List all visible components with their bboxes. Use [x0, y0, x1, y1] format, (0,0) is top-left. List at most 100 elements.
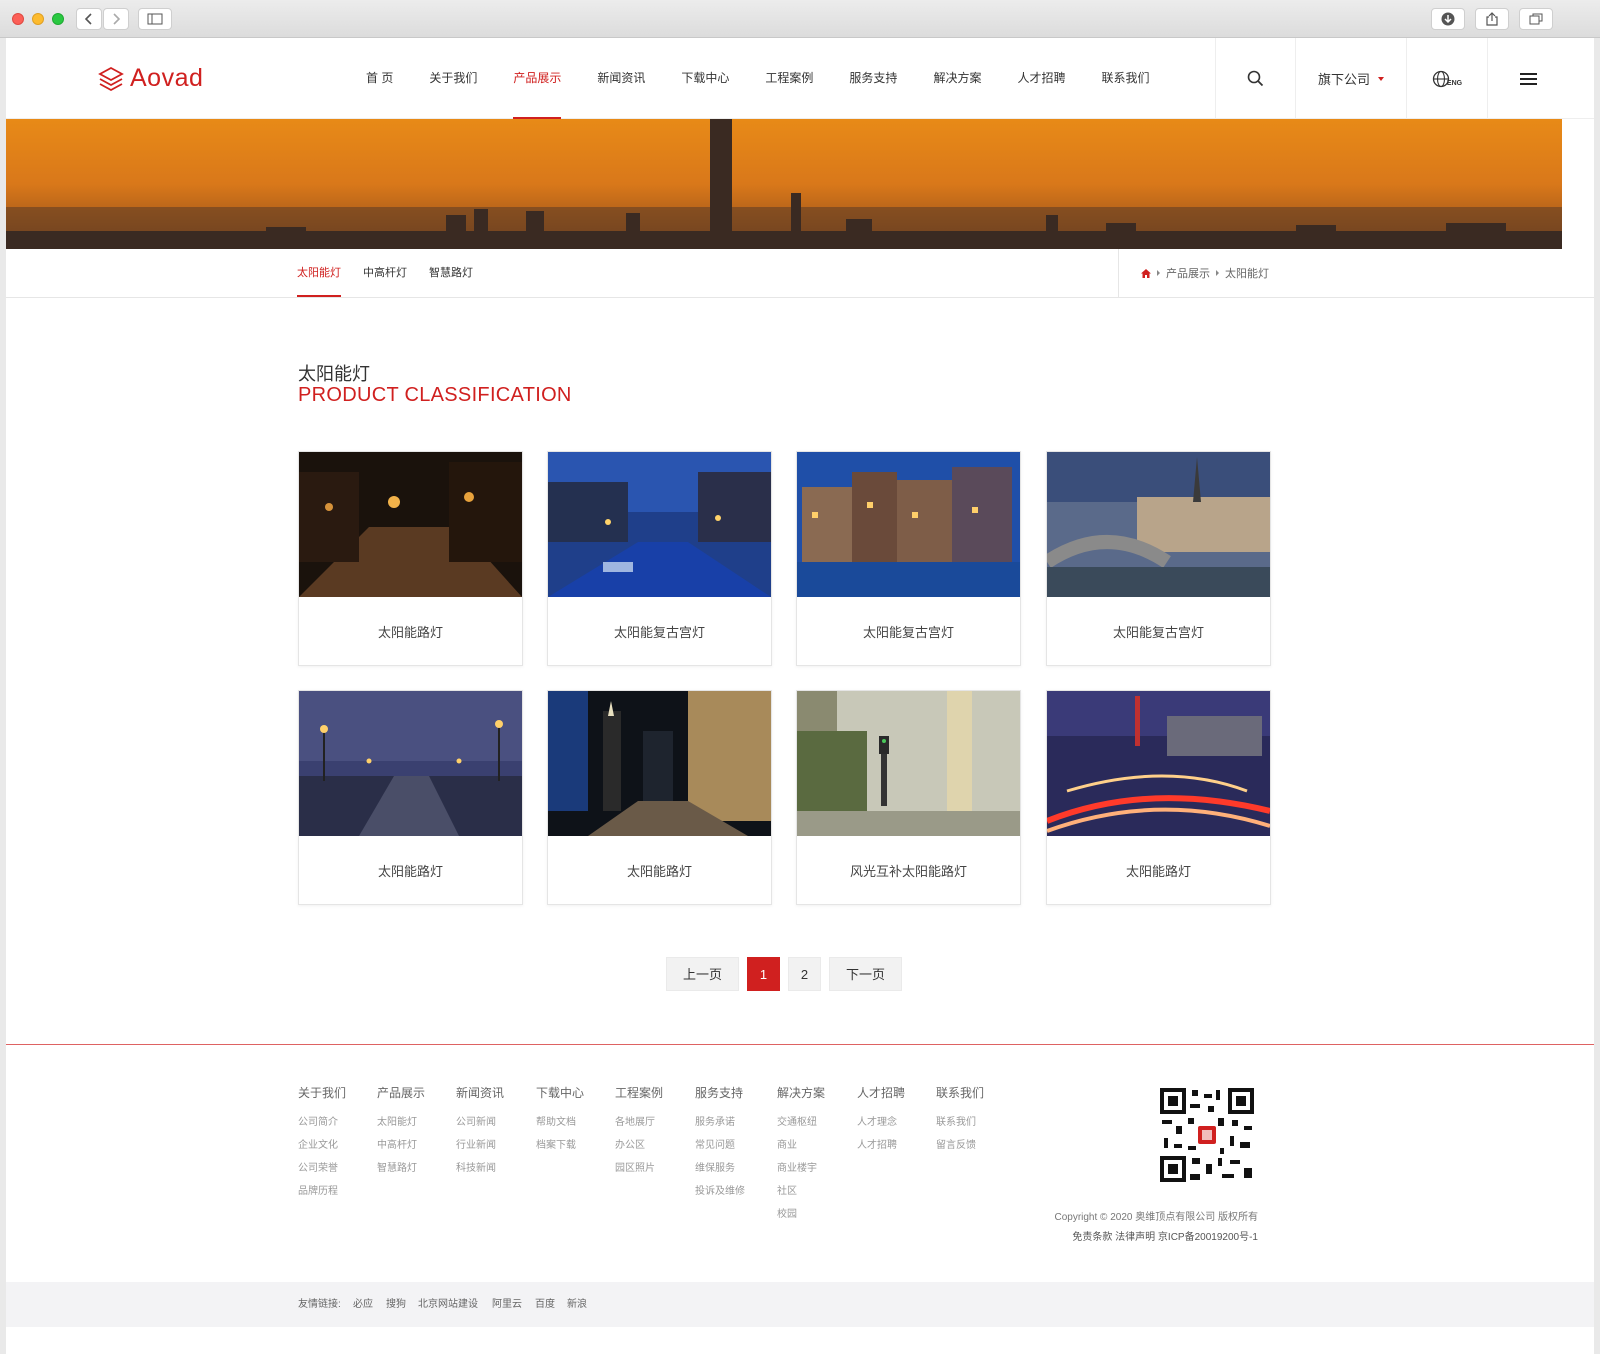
subsidiary-dropdown[interactable]: 旗下公司 — [1295, 38, 1406, 119]
footer-column: 产品展示太阳能灯中高杆灯智慧路灯 — [377, 1084, 425, 1174]
friend-link[interactable]: 阿里云 — [492, 1282, 522, 1327]
footer-column-title[interactable]: 关于我们 — [298, 1084, 346, 1104]
product-image — [797, 452, 1020, 597]
footer-link[interactable]: 各地展厅 — [615, 1113, 663, 1128]
footer-link[interactable]: 园区照片 — [615, 1159, 663, 1174]
footer-link[interactable]: 帮助文档 — [536, 1113, 584, 1128]
footer-link[interactable]: 交通枢纽 — [777, 1113, 825, 1128]
chevron-left-icon — [84, 13, 92, 25]
browser-forward-button[interactable] — [103, 8, 129, 30]
footer-link[interactable]: 人才理念 — [857, 1113, 905, 1128]
language-switch[interactable]: ENG — [1406, 38, 1487, 119]
product-card[interactable]: 太阳能复古宫灯 — [796, 451, 1021, 666]
footer-link[interactable]: 太阳能灯 — [377, 1113, 425, 1128]
breadcrumb-products[interactable]: 产品展示 — [1166, 265, 1210, 281]
footer-link[interactable]: 商业楼宇 — [777, 1159, 825, 1174]
window-zoom-button[interactable] — [52, 13, 64, 25]
nav-item-1[interactable]: 关于我们 — [429, 38, 477, 119]
footer-link[interactable]: 中高杆灯 — [377, 1136, 425, 1151]
friend-link[interactable]: 百度 — [535, 1282, 555, 1327]
footer-column: 服务支持服务承诺常见问题维保服务投诉及维修 — [695, 1084, 745, 1197]
footer-column-title[interactable]: 人才招聘 — [857, 1084, 905, 1104]
product-card[interactable]: 太阳能复古宫灯 — [547, 451, 772, 666]
tab-smart-lights[interactable]: 智慧路灯 — [429, 249, 473, 297]
footer-link[interactable]: 智慧路灯 — [377, 1159, 425, 1174]
footer-link[interactable]: 联系我们 — [936, 1113, 984, 1128]
footer-column-title[interactable]: 产品展示 — [377, 1084, 425, 1104]
page-2-button[interactable]: 2 — [788, 957, 821, 991]
footer-link[interactable]: 科技新闻 — [456, 1159, 504, 1174]
product-card[interactable]: 太阳能路灯 — [1046, 690, 1271, 905]
footer-column-title[interactable]: 新闻资讯 — [456, 1084, 504, 1104]
footer-column: 关于我们公司简介企业文化公司荣誉品牌历程 — [298, 1084, 346, 1197]
site-logo[interactable]: Aovad — [98, 64, 203, 93]
prev-page-button[interactable]: 上一页 — [666, 957, 739, 991]
footer-link[interactable]: 行业新闻 — [456, 1136, 504, 1151]
footer-link[interactable]: 商业 — [777, 1136, 825, 1151]
nav-item-3[interactable]: 新闻资讯 — [597, 38, 645, 119]
footer-link[interactable]: 公司荣誉 — [298, 1159, 346, 1174]
tab-solar-lights[interactable]: 太阳能灯 — [297, 249, 341, 297]
footer-link[interactable]: 品牌历程 — [298, 1182, 346, 1197]
browser-download-button[interactable] — [1431, 8, 1465, 30]
search-button[interactable] — [1215, 38, 1295, 119]
footer-link[interactable]: 维保服务 — [695, 1159, 745, 1174]
city-skyline-banner — [6, 119, 1562, 249]
friend-link[interactable]: 新浪 — [567, 1282, 587, 1327]
footer-link[interactable]: 办公区 — [615, 1136, 663, 1151]
footer-column-title[interactable]: 解决方案 — [777, 1084, 825, 1104]
nav-item-7[interactable]: 解决方案 — [933, 38, 981, 119]
footer-link[interactable]: 企业文化 — [298, 1136, 346, 1151]
footer-link[interactable]: 投诉及维修 — [695, 1182, 745, 1197]
nav-item-0[interactable]: 首 页 — [366, 38, 393, 119]
footer-link[interactable]: 服务承诺 — [695, 1113, 745, 1128]
nav-item-6[interactable]: 服务支持 — [849, 38, 897, 119]
browser-sidebar-button[interactable] — [138, 8, 172, 30]
breadcrumb: 产品展示 太阳能灯 — [1118, 249, 1269, 297]
product-image — [1047, 691, 1270, 836]
window-close-button[interactable] — [12, 13, 24, 25]
browser-back-button[interactable] — [76, 8, 102, 30]
footer-link[interactable]: 人才招聘 — [857, 1136, 905, 1151]
footer-link[interactable]: 档案下载 — [536, 1136, 584, 1151]
footer-link[interactable]: 常见问题 — [695, 1136, 745, 1151]
footer-column-title[interactable]: 工程案例 — [615, 1084, 663, 1104]
product-name: 风光互补太阳能路灯 — [849, 863, 967, 879]
logo-mark-icon — [98, 66, 124, 91]
footer-link[interactable]: 公司简介 — [298, 1113, 346, 1128]
page-1-button[interactable]: 1 — [747, 957, 780, 991]
footer-column-title[interactable]: 联系我们 — [936, 1084, 984, 1104]
footer-link[interactable]: 社区 — [777, 1182, 825, 1197]
breadcrumb-separator-icon — [1157, 270, 1160, 276]
product-card[interactable]: 太阳能路灯 — [298, 690, 523, 905]
next-page-button[interactable]: 下一页 — [829, 957, 902, 991]
home-icon[interactable] — [1141, 268, 1151, 278]
footer-column-title[interactable]: 下载中心 — [536, 1084, 584, 1104]
friend-link[interactable]: 必应 — [353, 1282, 373, 1327]
footer-link[interactable]: 留言反馈 — [936, 1136, 984, 1151]
window-minimize-button[interactable] — [32, 13, 44, 25]
product-card[interactable]: 太阳能路灯 — [547, 690, 772, 905]
site-header: Aovad 首 页 关于我们 产品展示 新闻资讯 下载中心 工程案例 服务支持 解决方案 人才招… — [6, 38, 1594, 119]
product-image — [548, 691, 771, 836]
nav-item-5[interactable]: 工程案例 — [765, 38, 813, 119]
footer-column: 解决方案交通枢纽商业商业楼宇社区校园 — [777, 1084, 825, 1220]
footer-column: 新闻资讯公司新闻行业新闻科技新闻 — [456, 1084, 504, 1174]
product-card[interactable]: 太阳能复古宫灯 — [1046, 451, 1271, 666]
browser-tabs-button[interactable] — [1519, 8, 1553, 30]
friend-link[interactable]: 搜狗 — [386, 1282, 406, 1327]
friend-link[interactable]: 北京网站建设 — [418, 1282, 478, 1327]
product-card[interactable]: 风光互补太阳能路灯 — [796, 690, 1021, 905]
footer-link[interactable]: 校园 — [777, 1205, 825, 1220]
menu-button[interactable] — [1487, 38, 1568, 119]
nav-item-9[interactable]: 联系我们 — [1101, 38, 1149, 119]
footer-column-title[interactable]: 服务支持 — [695, 1084, 745, 1104]
browser-share-button[interactable] — [1475, 8, 1509, 30]
tab-high-pole-lights[interactable]: 中高杆灯 — [363, 249, 407, 297]
nav-item-8[interactable]: 人才招聘 — [1017, 38, 1065, 119]
product-card[interactable]: 太阳能路灯 — [298, 451, 523, 666]
nav-item-4[interactable]: 下载中心 — [681, 38, 729, 119]
legal-links[interactable]: 免责条款 法律声明 京ICP备20019200号-1 — [1072, 1228, 1258, 1243]
nav-item-2[interactable]: 产品展示 — [513, 38, 562, 119]
footer-link[interactable]: 公司新闻 — [456, 1113, 504, 1128]
